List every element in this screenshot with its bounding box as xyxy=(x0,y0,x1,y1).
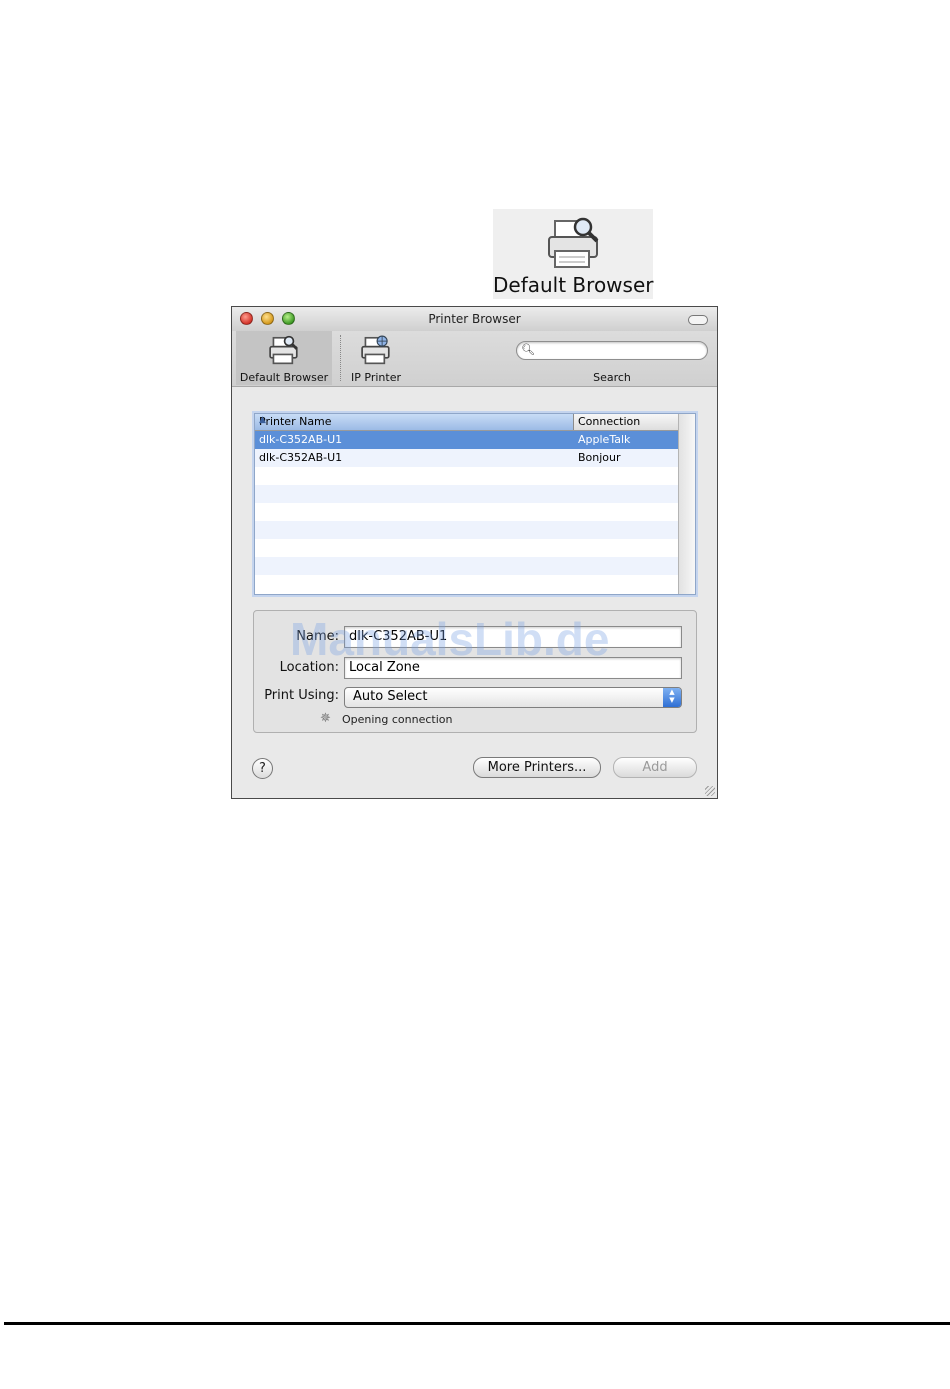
ip-printer-icon xyxy=(361,335,390,365)
select-arrows-icon: ▲ ▼ xyxy=(663,688,681,707)
print-using-value: Auto Select xyxy=(353,689,428,704)
table-body: dlk-C352AB-U1 AppleTalk dlk-C352AB-U1 Bo… xyxy=(255,431,678,593)
connection-cell: AppleTalk xyxy=(578,433,631,446)
help-button[interactable]: ? xyxy=(252,758,273,779)
toolbar: Default Browser IP Printer 🔍︎ Search xyxy=(232,331,717,387)
printer-table: Printer Name ▲ Connection dlk-C352AB-U1 … xyxy=(254,413,696,595)
default-browser-zoomed-item: Default Browser xyxy=(493,209,653,299)
window-title: Printer Browser xyxy=(428,312,521,326)
empty-row xyxy=(255,503,678,521)
ip-printer-tab[interactable]: IP Printer xyxy=(345,331,407,385)
watermark: ManualsLib.de xyxy=(290,613,610,665)
resize-grip[interactable] xyxy=(705,786,715,796)
default-browser-tab[interactable]: Default Browser xyxy=(236,331,332,385)
empty-row xyxy=(255,539,678,557)
table-row[interactable]: dlk-C352AB-U1 Bonjour xyxy=(255,449,678,467)
title-bar[interactable]: Printer Browser xyxy=(232,307,717,331)
toolbar-separator xyxy=(340,335,341,381)
search-label: Search xyxy=(593,371,631,384)
page-bottom-rule xyxy=(4,1322,950,1325)
toolbar-toggle-button[interactable] xyxy=(688,315,708,325)
column-header-connection[interactable]: Connection xyxy=(578,415,640,428)
printer-name-cell: dlk-C352AB-U1 xyxy=(259,451,343,464)
more-printers-button[interactable]: More Printers... xyxy=(473,757,601,778)
search-icon: 🔍︎ xyxy=(521,343,535,356)
print-using-label: Print Using: xyxy=(264,688,339,703)
empty-row xyxy=(255,467,678,485)
status-text: Opening connection xyxy=(342,713,453,726)
sort-ascending-icon: ▲ xyxy=(259,415,266,425)
ip-printer-label: IP Printer xyxy=(351,371,401,384)
table-scrollbar[interactable] xyxy=(678,414,695,594)
default-browser-zoomed-label: Default Browser xyxy=(493,273,654,297)
default-browser-label: Default Browser xyxy=(239,371,329,384)
empty-row xyxy=(255,485,678,503)
connection-cell: Bonjour xyxy=(578,451,621,464)
progress-spinner-icon: ✵ xyxy=(320,711,331,726)
add-button[interactable]: Add xyxy=(613,757,697,778)
print-using-select[interactable]: Auto Select ▲ ▼ xyxy=(344,687,682,708)
printer-browser-window: Printer Browser Default Browser IP Print… xyxy=(231,306,718,799)
table-header: Printer Name ▲ Connection xyxy=(255,414,678,431)
printer-name-cell: dlk-C352AB-U1 xyxy=(259,433,343,446)
printer-magnifier-icon xyxy=(269,335,298,365)
column-header-printer-name[interactable]: Printer Name ▲ xyxy=(255,414,574,430)
table-row[interactable]: dlk-C352AB-U1 AppleTalk xyxy=(255,431,678,449)
printer-magnifier-icon xyxy=(548,217,599,268)
empty-row xyxy=(255,575,678,593)
empty-row xyxy=(255,557,678,575)
search-input[interactable]: 🔍︎ xyxy=(516,341,708,360)
empty-row xyxy=(255,521,678,539)
